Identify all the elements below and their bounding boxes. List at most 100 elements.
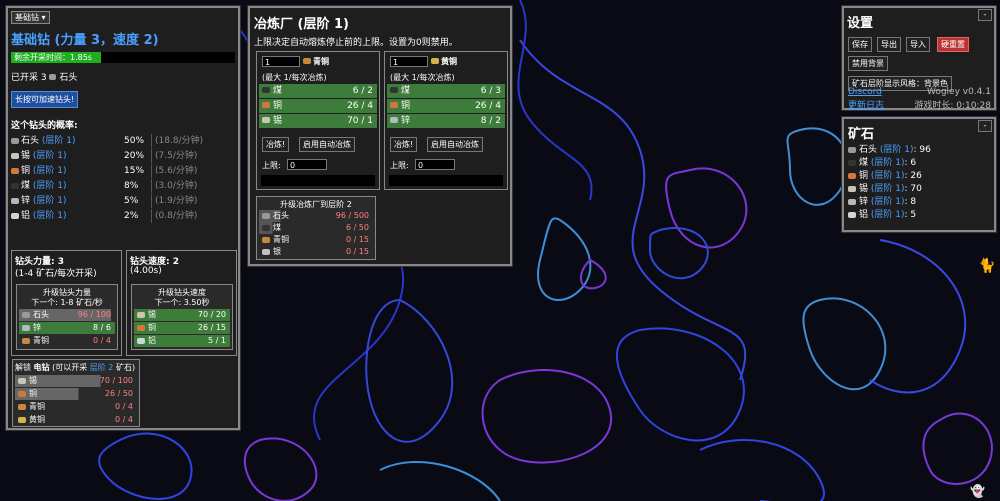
limit-input[interactable]: 0 bbox=[287, 159, 327, 170]
cost-name: 锡 bbox=[148, 310, 156, 319]
stone-icon bbox=[49, 74, 57, 80]
ore-name: 铝 bbox=[859, 210, 871, 220]
prob-row: 铝 (层阶 1) 2% (0.8/分钟) bbox=[11, 209, 235, 223]
cost-value: 26 / 15 bbox=[197, 323, 226, 332]
hard-reset-button[interactable]: 硬重置 bbox=[937, 37, 969, 52]
prob-rate: (1.9/分钟) bbox=[151, 194, 197, 208]
cost-row: 青铜 0 / 4 bbox=[19, 335, 115, 347]
drill-title: 基础钻 (力量 3，速度 2) bbox=[11, 33, 159, 48]
export-button[interactable]: 导出 bbox=[877, 37, 901, 52]
cost-row: 煤 6 / 2 bbox=[259, 84, 377, 98]
cost-value: 26 / 4 bbox=[475, 101, 501, 111]
ore-name: 煤 bbox=[859, 158, 871, 168]
prob-ore-name: 铜 bbox=[21, 166, 33, 176]
limit-input[interactable]: 0 bbox=[415, 159, 455, 170]
changelog-link[interactable]: 更新日志 bbox=[848, 98, 884, 111]
cost-value: 70 / 100 bbox=[99, 376, 133, 385]
cost-name: 黄铜 bbox=[29, 415, 45, 424]
cost-value: 0 / 4 bbox=[93, 336, 111, 345]
silver-icon bbox=[262, 249, 270, 255]
cost-value: 0 / 15 bbox=[345, 235, 369, 244]
tin-icon bbox=[137, 312, 145, 318]
bronze-icon bbox=[22, 338, 30, 344]
import-button[interactable]: 导入 bbox=[906, 37, 930, 52]
cost-value: 96 / 100 bbox=[77, 310, 111, 319]
cost-name: 铜 bbox=[401, 101, 411, 111]
auto-smelt-button[interactable]: 启用自动冶炼 bbox=[427, 137, 483, 152]
prob-row: 锌 (层阶 1) 5% (1.9/分钟) bbox=[11, 194, 235, 208]
smelt-button[interactable]: 冶炼! bbox=[262, 137, 290, 152]
cat-icon[interactable]: 🐈 bbox=[978, 258, 995, 274]
drill-select-value: 基础钻 bbox=[15, 13, 39, 22]
cost-row: 青铜 0 / 15 bbox=[259, 234, 373, 246]
unlock-note: (可以开采 bbox=[52, 363, 88, 372]
disable-bg-button[interactable]: 禁用背景 bbox=[848, 56, 888, 71]
settings-close-button[interactable]: - bbox=[978, 9, 992, 21]
smelter-desc: 上限决定自动熔炼停止前的上限。设置为0则禁用。 bbox=[254, 38, 458, 48]
bronze-icon bbox=[18, 404, 26, 410]
prob-pct: 2% bbox=[124, 211, 139, 221]
cost-value: 26 / 4 bbox=[347, 101, 373, 111]
stone-icon bbox=[22, 312, 30, 318]
cost-name: 铜 bbox=[29, 389, 37, 398]
coal-icon bbox=[11, 182, 19, 189]
cost-value: 70 / 20 bbox=[197, 310, 226, 319]
unlock-prefix: 解锁 bbox=[15, 363, 31, 372]
cost-value: 5 / 1 bbox=[208, 336, 226, 345]
drill-power-upgrade[interactable]: 升级钻头力量 下一个: 1-8 矿石/秒 石头 96 / 100 锌 8 / 6 青铜 0… bbox=[16, 284, 118, 350]
smelt-qty-input[interactable]: 1 bbox=[390, 56, 428, 67]
tin-icon bbox=[11, 152, 19, 159]
prob-ore-name: 锡 bbox=[21, 151, 33, 161]
smelt-button[interactable]: 冶炼! bbox=[390, 137, 418, 152]
ore-count: 70 bbox=[910, 184, 922, 194]
drill-select[interactable]: 基础钻 ▾ bbox=[11, 11, 50, 24]
prob-ore-level: (层阶 1) bbox=[32, 151, 67, 161]
smelt-qty-input[interactable]: 1 bbox=[262, 56, 300, 67]
cost-name: 青铜 bbox=[33, 336, 49, 345]
smelt-max: (最大 1/每次冶炼) bbox=[262, 73, 327, 82]
smelter-upgrade-box[interactable]: 升级冶炼厂到层阶 2 石头 96 / 500 煤 6 / 50 青铜 0 / 15 银 0 /… bbox=[256, 196, 376, 260]
cost-name: 铜 bbox=[148, 323, 156, 332]
smelter-unit: 1 青铜 (最大 1/每次冶炼) 煤 6 / 2 铜 26 / 4 锡 70 / 1 冶炼! 启用自… bbox=[256, 51, 380, 190]
prob-ore-level: (层阶 1) bbox=[32, 211, 67, 221]
ore-item: 石头 (层阶 1): 96 bbox=[848, 143, 931, 157]
ore-level: (层阶 1) bbox=[870, 210, 905, 220]
save-button[interactable]: 保存 bbox=[848, 37, 872, 52]
drill-speed-upgrade[interactable]: 升级钻头速度 下一个: 3.50秒 锡 70 / 20 铜 26 / 15 铝 5 / 1 bbox=[131, 284, 233, 350]
cost-row: 铜 26 / 4 bbox=[387, 99, 505, 113]
drill-speed-box: 钻头速度: 2 (4.00s) 升级钻头速度 下一个: 3.50秒 锡 70 / … bbox=[126, 250, 237, 356]
cost-name: 青铜 bbox=[29, 402, 45, 411]
cost-row: 铝 5 / 1 bbox=[134, 335, 230, 347]
zinc-icon bbox=[390, 117, 398, 123]
settings-title: 设置 bbox=[847, 16, 874, 31]
drill-timer-bar: 剩余开采时间：1.85s bbox=[11, 52, 235, 63]
cost-value: 8 / 6 bbox=[93, 323, 111, 332]
auto-smelt-button[interactable]: 启用自动冶炼 bbox=[299, 137, 355, 152]
bronze-icon bbox=[262, 237, 270, 243]
ores-close-button[interactable]: - bbox=[978, 120, 992, 132]
ore-count: 5 bbox=[910, 210, 917, 220]
ore-level: (层阶 1) bbox=[870, 184, 905, 194]
tin-icon bbox=[848, 185, 856, 192]
ore-level: (层阶 1) bbox=[870, 197, 905, 207]
discord-link[interactable]: Discord bbox=[848, 87, 882, 97]
zinc-icon bbox=[22, 325, 30, 331]
ores-title: 矿石 bbox=[848, 127, 875, 142]
ghost-icon[interactable]: 👻 bbox=[970, 484, 985, 498]
prob-row: 锡 (层阶 1) 20% (7.5/分钟) bbox=[11, 149, 235, 163]
cost-name: 煤 bbox=[401, 86, 411, 96]
smelt-progress-bar bbox=[261, 175, 375, 186]
coal-icon bbox=[262, 87, 270, 93]
coal-icon bbox=[262, 225, 270, 231]
cost-row: 锡 70 / 1 bbox=[259, 114, 377, 128]
unlock-drill-box[interactable]: 解锁 电钻 (可以开采 层阶 2 矿石) 锡 70 / 100 铜 26 / 50 青铜… bbox=[12, 359, 140, 427]
limit-label: 上限: bbox=[262, 161, 281, 170]
copper-icon bbox=[11, 167, 19, 174]
ore-item: 煤 (层阶 1): 6 bbox=[848, 156, 916, 170]
ore-item: 锡 (层阶 1): 70 bbox=[848, 182, 922, 196]
prob-ore-level: (层阶 1) bbox=[32, 196, 67, 206]
hold-to-speed-button[interactable]: 长按可加速钻头! bbox=[11, 91, 79, 108]
drill-timer-text: 剩余开采时间：1.85s bbox=[14, 53, 92, 62]
drill-power-up-next: 下一个: 1-8 矿石/秒 bbox=[31, 298, 103, 307]
cost-row: 铜 26 / 50 bbox=[15, 388, 137, 400]
